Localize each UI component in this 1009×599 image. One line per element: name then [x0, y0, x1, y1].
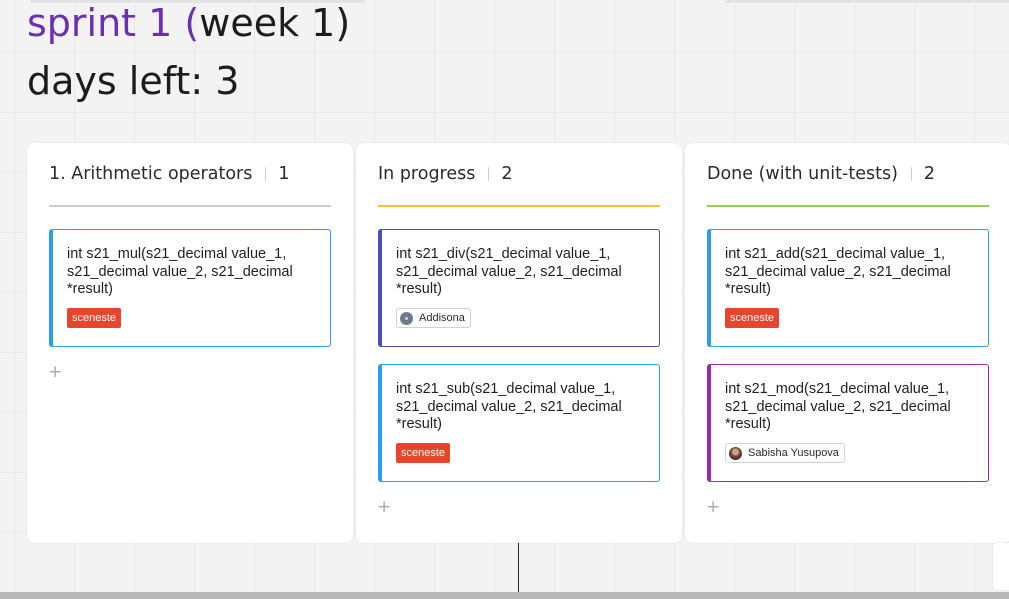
column-title: In progress — [378, 164, 476, 184]
column-card-count: 1 — [278, 164, 290, 184]
column-title: 1. Arithmetic operators — [49, 164, 253, 184]
column-header[interactable]: 1. Arithmetic operators 1 — [49, 163, 289, 185]
tag-badge[interactable]: sceneste — [396, 443, 451, 463]
card-text: int s21_sub(s21_decimal value_1, s21_dec… — [396, 381, 622, 432]
kanban-column-in-progress: In progress 2 int s21_div(s21_decimal va… — [356, 143, 682, 543]
horizontal-scrollbar[interactable] — [0, 592, 1009, 599]
plus-icon[interactable]: + — [48, 364, 62, 381]
assignee-chip[interactable]: Addisona — [396, 308, 471, 328]
sprint-title-prefix: sprint 1 ( — [27, 1, 200, 45]
card-s21-div[interactable]: int s21_div(s21_decimal value_1, s21_dec… — [378, 229, 660, 347]
column-accent-line — [707, 205, 989, 207]
avatar — [400, 311, 413, 325]
connector-line[interactable] — [518, 543, 519, 599]
tag-badge[interactable]: sceneste — [67, 308, 122, 328]
card-s21-add[interactable]: int s21_add(s21_decimal value_1, s21_dec… — [707, 229, 989, 347]
assignee-name: Addisona — [419, 312, 465, 324]
card-s21-sub[interactable]: int s21_sub(s21_decimal value_1, s21_dec… — [378, 364, 660, 482]
card-text: int s21_mod(s21_decimal value_1, s21_dec… — [725, 381, 951, 432]
column-header[interactable]: Done (with unit-tests) 2 — [707, 163, 935, 185]
kanban-column-arithmetic: 1. Arithmetic operators 1 int s21_mul(s2… — [27, 143, 353, 543]
avatar — [729, 446, 742, 460]
column-header[interactable]: In progress 2 — [378, 163, 513, 185]
card-s21-mul[interactable]: int s21_mul(s21_decimal value_1, s21_dec… — [49, 229, 331, 347]
assignee-name: Sabisha Yusupova — [748, 447, 839, 459]
sprint-title-suffix: week 1) — [199, 1, 351, 45]
sprint-title: sprint 1 (week 1) — [27, 0, 350, 46]
column-accent-line — [49, 205, 331, 207]
assignee-chip[interactable]: Sabisha Yusupova — [725, 443, 845, 463]
card-text: int s21_add(s21_decimal value_1, s21_dec… — [725, 246, 951, 297]
column-card-count: 2 — [501, 164, 513, 184]
plus-icon[interactable]: + — [706, 499, 720, 516]
column-header-divider — [265, 167, 267, 181]
tag-badge[interactable]: sceneste — [725, 308, 780, 328]
column-header-divider — [488, 167, 490, 181]
side-panel-edge[interactable] — [993, 543, 1009, 590]
kanban-column-done: Done (with unit-tests) 2 int s21_add(s21… — [685, 143, 1009, 543]
column-title: Done (with unit-tests) — [707, 164, 898, 184]
days-left-text: days left: 3 — [27, 59, 240, 103]
plus-icon[interactable]: + — [377, 499, 391, 516]
canvas-top-strip — [725, 0, 1009, 3]
column-header-divider — [910, 167, 912, 181]
card-text: int s21_mul(s21_decimal value_1, s21_dec… — [67, 246, 293, 297]
column-card-count: 2 — [923, 164, 936, 184]
card-s21-mod[interactable]: int s21_mod(s21_decimal value_1, s21_dec… — [707, 364, 989, 482]
card-text: int s21_div(s21_decimal value_1, s21_dec… — [396, 246, 622, 297]
column-accent-line — [378, 205, 660, 207]
